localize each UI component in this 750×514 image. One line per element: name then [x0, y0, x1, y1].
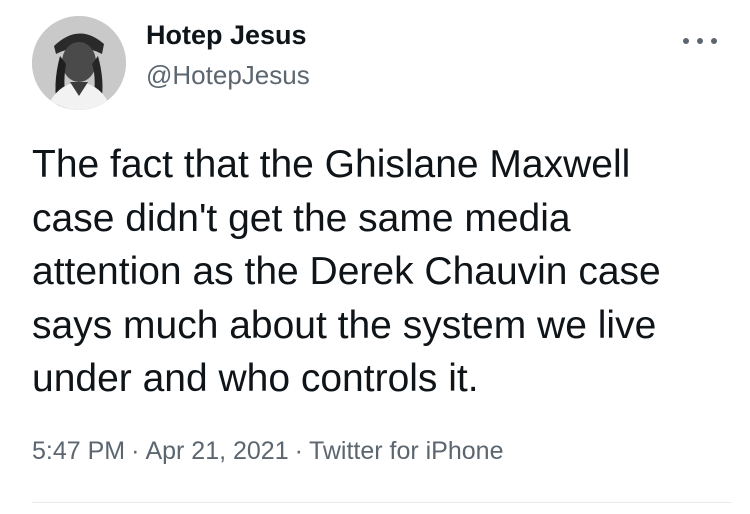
tweet-text-line: case didn't get the same media	[32, 196, 571, 240]
tweet-time[interactable]: 5:47 PM	[32, 437, 125, 465]
tweet-card: Hotep Jesus @HotepJesus The fact that th…	[0, 0, 750, 514]
tweet-text-line: The fact that the Ghislane Maxwell	[32, 143, 631, 186]
profile-photo-icon	[32, 16, 126, 110]
avatar[interactable]	[32, 16, 126, 110]
tweet-source[interactable]: Twitter for iPhone	[309, 437, 504, 465]
tweet-text-line: says much about the system we live	[32, 303, 657, 347]
separator: ·	[294, 437, 303, 465]
more-options-icon[interactable]	[680, 34, 720, 46]
user-handle[interactable]: @HotepJesus	[146, 60, 310, 91]
tweet-date[interactable]: Apr 21, 2021	[145, 437, 288, 465]
display-name[interactable]: Hotep Jesus	[146, 20, 307, 51]
tweet-text-line: under and who controls it.	[32, 357, 479, 400]
tweet-text: The fact that the Ghislane Maxwell case …	[32, 138, 732, 406]
separator: ·	[131, 437, 140, 465]
tweet-metadata: 5:47 PM · Apr 21, 2021 · Twitter for iPhone	[32, 437, 503, 466]
tweet-text-line: attention as the Derek Chauvin case	[32, 250, 661, 293]
divider	[32, 502, 732, 503]
